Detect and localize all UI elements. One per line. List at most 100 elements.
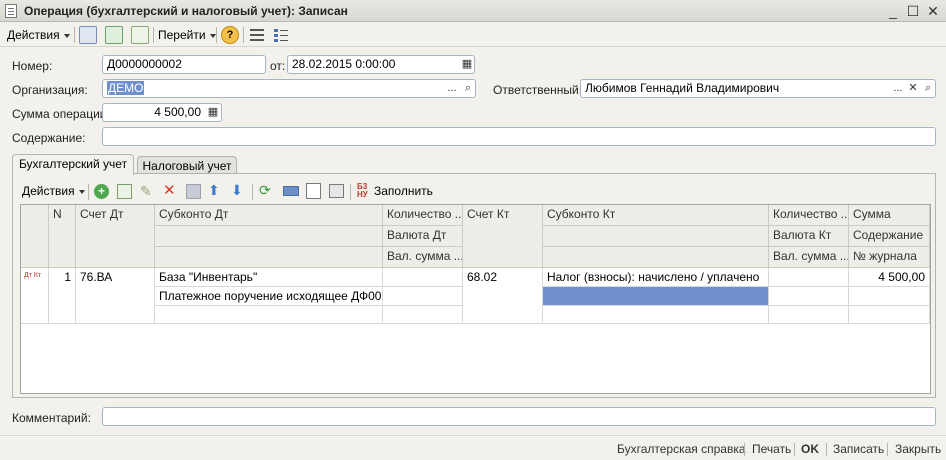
responsible-label: Ответственный:: [493, 83, 583, 97]
number-field[interactable]: Д0000000002: [102, 55, 266, 74]
content-field[interactable]: [102, 127, 936, 146]
subconto-kt3-cell[interactable]: [543, 306, 769, 324]
currency-dt-cell[interactable]: [383, 287, 463, 306]
help-icon[interactable]: ?: [221, 26, 239, 44]
col-currency-dt-header[interactable]: Валюта Дт: [383, 226, 463, 247]
bar-divider: [794, 443, 795, 456]
account-dt-cell[interactable]: 76.ВА: [76, 268, 155, 324]
subconto-dt1-cell[interactable]: База "Инвентарь": [155, 268, 383, 287]
tab-tax[interactable]: Налоговый учет: [137, 156, 237, 174]
move-up-icon[interactable]: ⬆: [208, 182, 223, 198]
transfer-icon[interactable]: [283, 186, 299, 196]
clear-icon[interactable]: ✕: [905, 80, 921, 97]
col-currency-kt-header[interactable]: Валюта Кт: [769, 226, 849, 247]
account-kt-cell[interactable]: 68.02: [463, 268, 543, 324]
copy-doc-icon[interactable]: [131, 26, 149, 44]
col-subconto-dt2-header: [155, 226, 383, 247]
content-cell[interactable]: [849, 287, 930, 306]
col-account-kt-header[interactable]: Счет Кт: [463, 205, 543, 268]
toolbar-divider: [74, 27, 75, 43]
qty-dt-cell[interactable]: [383, 268, 463, 287]
col-n-header[interactable]: N: [49, 205, 76, 268]
end-edit-icon[interactable]: [186, 184, 201, 199]
col-journal-header[interactable]: № журнала: [849, 247, 930, 268]
col-content-header[interactable]: Содержание: [849, 226, 930, 247]
refresh-icon[interactable]: ⟳: [259, 182, 274, 198]
currency-kt-cell[interactable]: [769, 287, 849, 306]
settings-icon[interactable]: [272, 26, 290, 44]
toolbar-divider: [252, 184, 253, 200]
actions-menu[interactable]: Действия: [7, 26, 70, 44]
select-button[interactable]: ...: [444, 80, 460, 97]
close-icon[interactable]: ✕: [924, 2, 942, 20]
bar-divider: [826, 443, 827, 456]
calendar-icon[interactable]: ▦: [459, 56, 475, 73]
bar-divider: [744, 443, 745, 456]
copy-row-icon[interactable]: [117, 184, 132, 199]
structure-icon[interactable]: [105, 26, 123, 44]
add-icon[interactable]: +: [94, 184, 109, 199]
post-icon[interactable]: [79, 26, 97, 44]
col-qty-kt-header[interactable]: Количество ...: [769, 205, 849, 226]
toolbar-divider: [243, 27, 244, 43]
print-button[interactable]: Печать: [752, 442, 791, 456]
col-subconto-dt-header[interactable]: Субконто Дт: [155, 205, 383, 226]
main-toolbar: Действия Перейти ?: [0, 23, 946, 47]
org-field[interactable]: ДЕМО: [102, 79, 476, 98]
number-label: Номер:: [12, 59, 53, 73]
subconto-dt3-cell[interactable]: [155, 306, 383, 324]
toolbar-divider: [216, 27, 217, 43]
row-number[interactable]: 1: [49, 268, 76, 324]
org-label: Организация:: [12, 83, 88, 97]
cur-sum-dt-cell[interactable]: [383, 306, 463, 324]
responsible-value: Любимов Геннадий Владимирович: [585, 81, 780, 95]
col-cur-sum-dt-header[interactable]: Вал. сумма ...: [383, 247, 463, 268]
toolbar-divider: [88, 184, 89, 200]
ok-button[interactable]: OK: [801, 442, 819, 456]
chevron-down-icon: [209, 33, 216, 38]
search-icon[interactable]: ⌕: [460, 80, 476, 97]
document-icon: [5, 4, 17, 18]
sum-cell[interactable]: 4 500,00: [849, 268, 930, 287]
selection-icon[interactable]: [306, 183, 321, 199]
actions-menu-label: Действия: [7, 28, 60, 42]
subconto-dt2-cell[interactable]: Платежное поручение исходящее ДФ00...: [155, 287, 383, 306]
cur-sum-kt-cell[interactable]: [769, 306, 849, 324]
minimize-icon[interactable]: _: [884, 2, 902, 20]
goto-menu-label: Перейти: [158, 28, 206, 42]
close-button[interactable]: Закрыть: [895, 442, 941, 456]
subconto-kt1-cell[interactable]: Налог (взносы): начислено / уплачено: [543, 268, 769, 287]
col-cur-sum-kt-header[interactable]: Вал. сумма ...: [769, 247, 849, 268]
goto-menu[interactable]: Перейти: [158, 26, 216, 44]
col-account-dt-header[interactable]: Счет Дт: [76, 205, 155, 268]
fill-button[interactable]: Заполнить: [374, 182, 433, 200]
date-field[interactable]: 28.02.2015 0:00:00: [287, 55, 475, 74]
grid-actions-menu[interactable]: Действия: [22, 182, 85, 200]
date-value: 28.02.2015 0:00:00: [292, 57, 396, 71]
sum-field[interactable]: 4 500,00: [102, 103, 222, 122]
delete-icon[interactable]: ✕: [163, 183, 178, 199]
print-icon[interactable]: [329, 184, 344, 198]
search-icon[interactable]: ⌕: [920, 80, 936, 97]
calculator-icon[interactable]: ▦: [205, 104, 221, 121]
entries-table: N Счет Дт Субконто Дт Количество ... Сче…: [20, 204, 931, 394]
responsible-field[interactable]: Любимов Геннадий Владимирович: [580, 79, 936, 98]
subconto-kt2-cell-selected[interactable]: [543, 287, 769, 306]
accounting-report-button[interactable]: Бухгалтерская справка: [617, 442, 746, 456]
save-button[interactable]: Записать: [833, 442, 884, 456]
tab-accounting[interactable]: Бухгалтерский учет: [12, 154, 134, 175]
bar-divider: [887, 443, 888, 456]
date-label: от:: [270, 59, 286, 73]
col-sum-header[interactable]: Сумма: [849, 205, 930, 226]
move-down-icon[interactable]: ⬇: [231, 182, 246, 198]
maximize-icon[interactable]: ☐: [904, 2, 922, 20]
edit-icon[interactable]: ✎: [140, 183, 155, 199]
select-button[interactable]: ...: [890, 80, 906, 97]
col-qty-dt-header[interactable]: Количество ...: [383, 205, 463, 226]
col-subconto-kt-header[interactable]: Субконто Кт: [543, 205, 769, 226]
journal-cell[interactable]: [849, 306, 930, 324]
qty-kt-cell[interactable]: [769, 268, 849, 287]
comment-field[interactable]: [102, 407, 936, 426]
col-subconto-kt2-header: [543, 226, 769, 247]
list-icon[interactable]: [248, 26, 266, 44]
